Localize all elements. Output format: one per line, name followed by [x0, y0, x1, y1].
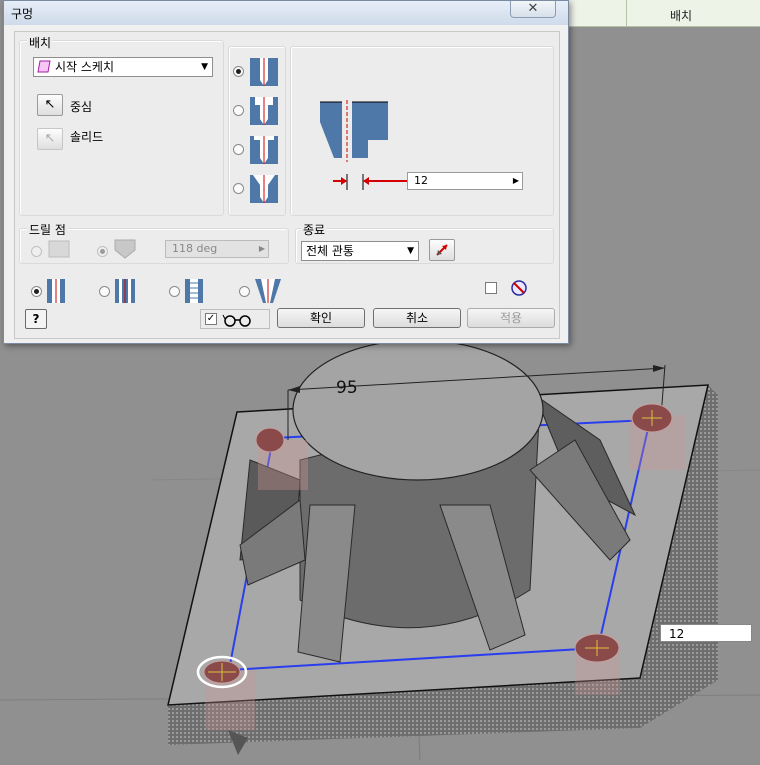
chevron-down-icon: ▼: [407, 246, 414, 256]
spotface-hole-icon: [250, 136, 278, 164]
termination-combo-value: 전체 관통: [306, 244, 354, 258]
chevron-down-icon: ▼: [201, 62, 208, 72]
chevron-right-icon: ▶: [258, 244, 265, 253]
select-cursor-icon: ↖: [44, 97, 56, 112]
solid-select-button[interactable]: ↖: [37, 128, 63, 150]
counterbore-hole-icon: [250, 97, 278, 125]
help-button[interactable]: ?: [25, 309, 47, 329]
placement-combo-value: 시작 스케치: [55, 60, 115, 74]
flip-direction-button[interactable]: [429, 239, 455, 261]
hole-type-drilled-radio[interactable]: [233, 66, 244, 77]
hole-preview-front-right: [574, 633, 620, 695]
flat-drill-point-icon: [48, 240, 70, 258]
hole-clearance-radio[interactable]: [99, 286, 110, 297]
sketch-plane-icon: [37, 60, 51, 73]
drill-point-flat-radio[interactable]: [31, 246, 42, 257]
prohibit-icon[interactable]: [511, 280, 527, 296]
hole-tapped-radio[interactable]: [169, 286, 180, 297]
dialog-titlebar[interactable]: 구멍 ✕: [4, 1, 568, 25]
close-icon: ✕: [527, 1, 539, 16]
preview-checkbox[interactable]: ✓: [205, 313, 217, 325]
termination-label: 종료: [301, 221, 328, 238]
dialog-title: 구멍: [11, 7, 34, 21]
drill-point-label: 드릴 점: [27, 221, 68, 238]
ok-button[interactable]: 확인: [277, 308, 365, 328]
diameter-dimension-arrows: [333, 174, 409, 190]
hole-type-spotface-radio[interactable]: [233, 144, 244, 155]
apply-button[interactable]: 적용: [467, 308, 555, 328]
close-button[interactable]: ✕: [510, 1, 556, 18]
placement-combo[interactable]: 시작 스케치 ▼: [33, 57, 213, 77]
tapped-hole-icon: [185, 279, 203, 303]
hole-type-countersink-radio[interactable]: [233, 183, 244, 194]
hole-type-counterbore-radio[interactable]: [233, 105, 244, 116]
hole-taper-tapped-radio[interactable]: [239, 286, 250, 297]
dialog-body: 배치 시작 스케치 ▼ ↖ 중심 ↖ 솔리드 12 ▶ 드릴 점 118 deg…: [14, 31, 560, 339]
drilled-hole-icon: [250, 58, 278, 86]
boss-top-face: [292, 339, 544, 481]
drill-angle-value: 118 deg: [172, 242, 218, 255]
dimension-label[interactable]: 95: [336, 378, 358, 398]
help-icon: ?: [32, 312, 40, 326]
center-label: 중심: [70, 100, 93, 114]
placement-label: 배치: [27, 34, 54, 51]
taper-tapped-hole-icon: [255, 279, 281, 303]
diameter-edit-input[interactable]: 12: [660, 624, 752, 642]
select-cursor-icon: ↖: [44, 131, 56, 146]
diameter-value: 12: [414, 174, 428, 187]
hole-section-diagram: [320, 100, 388, 162]
angled-drill-point-icon: [114, 239, 136, 259]
drill-point-angle-radio[interactable]: [97, 246, 108, 257]
ifeature-checkbox[interactable]: [485, 282, 497, 294]
hole-simple-radio[interactable]: [31, 286, 42, 297]
hole-dialog: 구멍 ✕ 배치 시작 스케치 ▼ ↖ 중심 ↖ 솔리드 12 ▶ 드릴 점 11…: [3, 0, 569, 344]
center-select-button[interactable]: ↖: [37, 94, 63, 116]
countersink-hole-icon: [250, 175, 278, 203]
diameter-value-input[interactable]: 12 ▶: [407, 172, 523, 190]
drill-angle-input[interactable]: 118 deg ▶: [165, 240, 269, 258]
preview-toggle-frame: ✓: [200, 309, 270, 329]
chevron-right-icon: ▶: [512, 176, 519, 185]
cancel-button[interactable]: 취소: [373, 308, 461, 328]
solid-label: 솔리드: [70, 130, 104, 144]
termination-combo[interactable]: 전체 관통 ▼: [301, 241, 419, 261]
clearance-hole-icon: [115, 279, 135, 303]
flip-direction-icon: [436, 244, 448, 256]
simple-hole-icon: [47, 279, 65, 303]
preview-glasses-icon: [222, 314, 251, 327]
